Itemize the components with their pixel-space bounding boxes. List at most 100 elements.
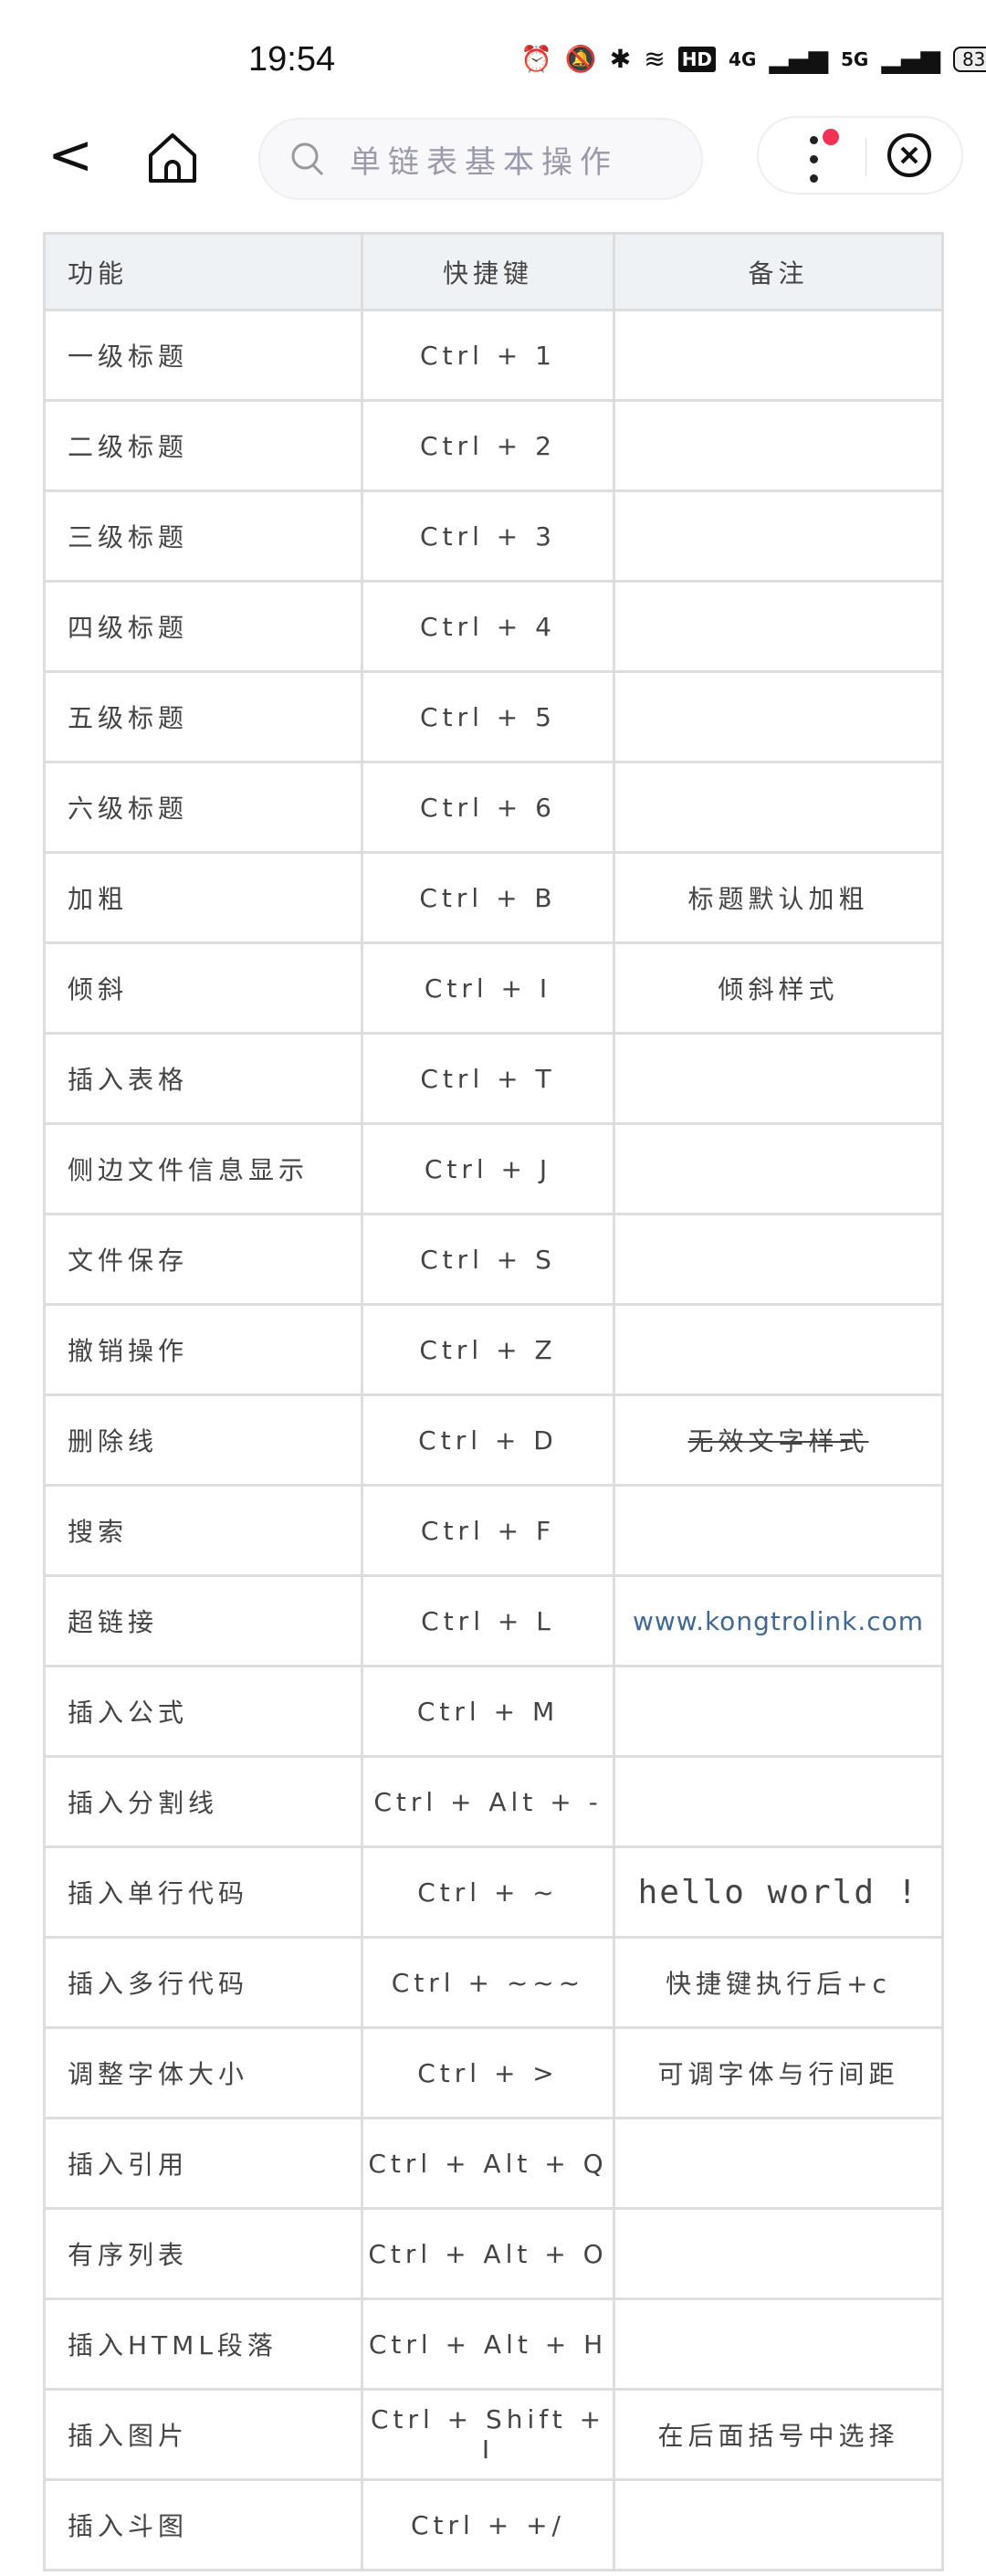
note-cell bbox=[613, 2207, 944, 2300]
shortcut-cell: Ctrl + B bbox=[361, 851, 615, 944]
header-note: 备注 bbox=[613, 232, 944, 311]
function-cell: 插入表格 bbox=[43, 1032, 363, 1125]
shortcut-cell: Ctrl + Alt + Q bbox=[361, 2117, 615, 2210]
shortcut-cell: Ctrl + 5 bbox=[361, 670, 615, 763]
shortcut-cell: Ctrl + L bbox=[361, 1574, 615, 1667]
notification-dot bbox=[823, 129, 839, 145]
search-input[interactable]: 单链表基本操作 bbox=[258, 118, 703, 200]
table-row: 加粗 Ctrl + B 标题默认加粗 bbox=[43, 851, 944, 944]
table-row: 搜索 Ctrl + F bbox=[43, 1484, 944, 1577]
table-row: 插入HTML段落 Ctrl + Alt + H bbox=[43, 2297, 944, 2391]
table-row: 插入公式 Ctrl + M bbox=[43, 1665, 944, 1758]
function-cell: 插入HTML段落 bbox=[43, 2297, 363, 2391]
note-cell bbox=[613, 309, 944, 402]
function-cell: 一级标题 bbox=[43, 309, 363, 402]
table-row: 插入表格 Ctrl + T bbox=[43, 1032, 944, 1125]
function-cell: 有序列表 bbox=[43, 2207, 363, 2300]
function-cell: 六级标题 bbox=[43, 761, 363, 854]
table-row: 插入多行代码 Ctrl + ~~~ 快捷键执行后+c bbox=[43, 1936, 944, 2029]
wifi-icon: ≋ bbox=[644, 44, 666, 74]
shortcut-cell: Ctrl + D bbox=[361, 1393, 615, 1487]
shortcut-cell: Ctrl + > bbox=[361, 2026, 615, 2119]
hd-icon: HD bbox=[677, 46, 717, 72]
table-row: 倾斜 Ctrl + I 倾斜样式 bbox=[43, 941, 944, 1035]
home-icon[interactable] bbox=[146, 131, 199, 184]
signal-5g-icon: 5G bbox=[840, 47, 869, 70]
table-row: 四级标题 Ctrl + 4 bbox=[43, 580, 944, 673]
nav-bar: < 单链表基本操作 bbox=[0, 115, 986, 206]
function-cell: 插入分割线 bbox=[43, 1755, 363, 1848]
mini-program-capsule bbox=[757, 116, 963, 195]
table-row: 调整字体大小 Ctrl + > 可调字体与行间距 bbox=[43, 2026, 944, 2119]
function-cell: 插入单行代码 bbox=[43, 1845, 363, 1939]
back-button[interactable]: < bbox=[47, 128, 93, 183]
table-row: 文件保存 Ctrl + S bbox=[43, 1213, 944, 1306]
shortcut-cell: Ctrl + S bbox=[361, 1213, 615, 1306]
more-icon[interactable] bbox=[810, 136, 819, 194]
function-cell: 插入图片 bbox=[43, 2388, 363, 2481]
search-icon bbox=[291, 142, 324, 176]
shortcut-cell: Ctrl + Alt + H bbox=[361, 2297, 615, 2391]
function-cell: 二级标题 bbox=[43, 399, 363, 492]
mute-bell-icon: 🔕 bbox=[564, 44, 597, 74]
table-row: 侧边文件信息显示 Ctrl + J bbox=[43, 1122, 944, 1215]
alarm-icon: ⏰ bbox=[520, 44, 552, 74]
table-row: 插入图片 Ctrl + Shift + I 在后面括号中选择 bbox=[43, 2388, 944, 2481]
table-row: 有序列表 Ctrl + Alt + O bbox=[43, 2207, 944, 2300]
divider bbox=[865, 138, 866, 176]
link-cell[interactable]: www.kongtrolink.com bbox=[613, 1574, 944, 1667]
shortcut-cell: Ctrl + Shift + I bbox=[361, 2388, 615, 2481]
note-cell bbox=[613, 1213, 944, 1306]
note-cell bbox=[613, 1122, 944, 1215]
header-shortcut: 快捷键 bbox=[361, 232, 615, 311]
note-cell bbox=[613, 1303, 944, 1396]
signal-bars-icon: ▂▄▆ bbox=[881, 44, 940, 74]
shortcut-cell: Ctrl + Alt + O bbox=[361, 2207, 615, 2300]
function-cell: 调整字体大小 bbox=[43, 2026, 363, 2119]
note-cell bbox=[613, 1032, 944, 1125]
note-cell: 倾斜样式 bbox=[613, 941, 944, 1035]
status-bar: 19:54 ⏰ 🔕 ✱ ≋ HD 4G ▂▄▆ 5G ▂▄▆ 83 bbox=[0, 0, 986, 110]
table-row: 插入斗图 Ctrl + +/ bbox=[43, 2478, 944, 2571]
table-row: 一级标题 Ctrl + 1 bbox=[43, 309, 944, 402]
table-row: 五级标题 Ctrl + 5 bbox=[43, 670, 944, 763]
note-cell bbox=[613, 399, 944, 492]
function-cell: 侧边文件信息显示 bbox=[43, 1122, 363, 1215]
function-cell: 删除线 bbox=[43, 1393, 363, 1487]
note-cell bbox=[613, 2297, 944, 2391]
table-row: 插入引用 Ctrl + Alt + Q bbox=[43, 2117, 944, 2210]
shortcut-cell: Ctrl + J bbox=[361, 1122, 615, 1215]
table-row: 三级标题 Ctrl + 3 bbox=[43, 489, 944, 583]
shortcut-table: 功能 快捷键 备注 一级标题 Ctrl + 1 二级标题 Ctrl + 2 三级标题 Ct… bbox=[43, 232, 944, 2571]
shortcut-cell: Ctrl + ~~~ bbox=[361, 1936, 615, 2029]
shortcut-cell: Ctrl + 4 bbox=[361, 580, 615, 673]
function-cell: 五级标题 bbox=[43, 670, 363, 763]
shortcut-cell: Ctrl + ~ bbox=[361, 1845, 615, 1939]
table-row: 二级标题 Ctrl + 2 bbox=[43, 399, 944, 492]
table-row: 插入分割线 Ctrl + Alt + - bbox=[43, 1755, 944, 1848]
function-cell: 插入多行代码 bbox=[43, 1936, 363, 2029]
note-cell: 无效文字样式 bbox=[613, 1393, 944, 1487]
signal-4g-icon: 4G bbox=[729, 47, 757, 70]
function-cell: 插入公式 bbox=[43, 1665, 363, 1758]
function-cell: 加粗 bbox=[43, 851, 363, 944]
signal-bars-icon: ▂▄▆ bbox=[769, 44, 828, 74]
function-cell: 倾斜 bbox=[43, 941, 363, 1035]
shortcut-cell: Ctrl + Z bbox=[361, 1303, 615, 1396]
function-cell: 插入引用 bbox=[43, 2117, 363, 2210]
shortcut-cell: Ctrl + 6 bbox=[361, 761, 615, 854]
close-icon[interactable] bbox=[886, 131, 933, 179]
table-row: 六级标题 Ctrl + 6 bbox=[43, 761, 944, 854]
note-cell bbox=[613, 2117, 944, 2210]
function-cell: 三级标题 bbox=[43, 489, 363, 583]
shortcut-cell: Ctrl + +/ bbox=[361, 2478, 615, 2571]
table-header: 功能 快捷键 备注 bbox=[43, 232, 944, 311]
shortcut-cell: Ctrl + I bbox=[361, 941, 615, 1035]
shortcut-cell: Ctrl + 1 bbox=[361, 309, 615, 402]
shortcut-cell: Ctrl + Alt + - bbox=[361, 1755, 615, 1848]
table-row: 删除线 Ctrl + D 无效文字样式 bbox=[43, 1393, 944, 1487]
note-cell: 标题默认加粗 bbox=[613, 851, 944, 944]
note-cell: 在后面括号中选择 bbox=[613, 2388, 944, 2481]
note-cell bbox=[613, 2478, 944, 2571]
function-cell: 搜索 bbox=[43, 1484, 363, 1577]
